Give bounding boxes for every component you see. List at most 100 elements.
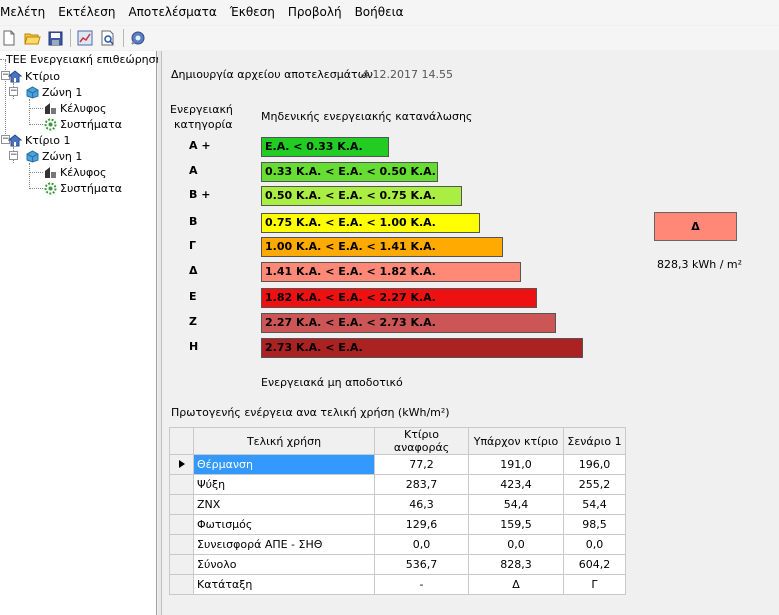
- row-header[interactable]: [169, 514, 194, 535]
- value-cell[interactable]: Γ: [563, 574, 626, 595]
- value-cell[interactable]: 46,3: [374, 494, 469, 515]
- table-row[interactable]: Συνεισφορά ΑΠΕ - ΣΗΘ 0,0 0,0 0,0: [169, 534, 626, 555]
- table-header-row: Τελική χρήση Κτίριο αναφοράς Υπάρχον κτί…: [169, 427, 626, 455]
- primary-energy-table: Τελική χρήση Κτίριο αναφοράς Υπάρχον κτί…: [169, 427, 626, 595]
- row-header[interactable]: [169, 474, 194, 495]
- save-icon[interactable]: [46, 29, 64, 47]
- table-row[interactable]: Θέρμανση 77,2 191,0 196,0: [169, 454, 626, 475]
- tree-systems-label: Συστήματα: [60, 181, 123, 195]
- open-icon[interactable]: [23, 29, 41, 47]
- row-header[interactable]: [169, 494, 194, 515]
- menu-help[interactable]: Βοήθεια: [349, 0, 411, 25]
- category-letter: Γ: [189, 239, 197, 252]
- value-cell[interactable]: 536,7: [374, 554, 469, 575]
- value-cell[interactable]: 423,4: [468, 474, 564, 495]
- gear-icon: [43, 181, 57, 195]
- end-use-cell[interactable]: Φωτισμός: [193, 514, 375, 535]
- value-cell[interactable]: Δ: [468, 574, 564, 595]
- collapse-button[interactable]: −: [9, 87, 18, 96]
- row-header[interactable]: [169, 534, 194, 555]
- tree-zone-label: Ζώνη 1: [42, 149, 83, 163]
- table-row[interactable]: ZNX 46,3 54,4 54,4: [169, 494, 626, 515]
- value-cell[interactable]: 604,2: [563, 554, 626, 575]
- tree-building-2[interactable]: Κτίριο 1: [8, 132, 71, 148]
- category-letter: Δ: [189, 264, 198, 277]
- category-header: κατηγορία: [174, 118, 233, 131]
- toolbar-separator: [70, 29, 71, 47]
- value-cell[interactable]: -: [374, 574, 469, 595]
- tree-root[interactable]: ΤΕΕ Ενεργειακή επιθεώρηση: [6, 51, 163, 67]
- value-cell[interactable]: 77,2: [374, 454, 469, 475]
- collapse-button[interactable]: −: [9, 151, 18, 160]
- value-cell[interactable]: 0,0: [563, 534, 626, 555]
- panel-splitter[interactable]: [158, 51, 162, 615]
- end-use-cell[interactable]: Ψύξη: [193, 474, 375, 495]
- cube-icon: [25, 149, 39, 163]
- result-value: 828,3 kWh / m²: [657, 258, 743, 271]
- menu-run[interactable]: Εκτέλεση: [52, 0, 122, 25]
- table-row[interactable]: Σύνολο 536,7 828,3 604,2: [169, 554, 626, 575]
- category-header: Ενεργειακή: [170, 103, 233, 116]
- column-header[interactable]: Σενάριο 1: [563, 427, 626, 455]
- result-category-badge: Δ: [654, 212, 737, 241]
- tree-systems-2[interactable]: Συστήματα: [43, 180, 122, 196]
- end-use-cell[interactable]: Θέρμανση: [193, 454, 375, 475]
- tree-guide-line: [29, 124, 43, 125]
- table-row[interactable]: Ψύξη 283,7 423,4 255,2: [169, 474, 626, 495]
- category-letter: Α +: [189, 139, 211, 152]
- row-header[interactable]: [169, 554, 194, 575]
- nzeb-header: Μηδενικής ενεργειακής κατανάλωσης: [261, 110, 473, 123]
- value-cell[interactable]: 283,7: [374, 474, 469, 495]
- end-use-cell[interactable]: Κατάταξη: [193, 574, 375, 595]
- column-header[interactable]: Κτίριο αναφοράς: [374, 427, 469, 455]
- value-cell[interactable]: 129,6: [374, 514, 469, 535]
- value-cell[interactable]: 828,3: [468, 554, 564, 575]
- end-use-cell[interactable]: Συνεισφορά ΑΠΕ - ΣΗΘ: [193, 534, 375, 555]
- table-row[interactable]: Κατάταξη - Δ Γ: [169, 574, 626, 595]
- menu-view[interactable]: Προβολή: [282, 0, 349, 25]
- tree-building-1[interactable]: Κτίριο: [8, 68, 60, 84]
- value-cell[interactable]: 255,2: [563, 474, 626, 495]
- category-bar: 1.82 Κ.Α. < Ε.Α. < 2.27 Κ.Α.: [261, 288, 537, 308]
- category-bar: Ε.Α. < 0.33 Κ.Α.: [261, 137, 389, 157]
- house-icon: [8, 133, 22, 147]
- category-letter: Ζ: [189, 315, 197, 328]
- menu-results[interactable]: Αποτελέσματα: [122, 0, 223, 25]
- preview-icon[interactable]: [99, 29, 117, 47]
- category-letter: Β +: [189, 188, 211, 201]
- category-bar: 2.73 Κ.Α. < Ε.Α.: [261, 338, 583, 358]
- column-header[interactable]: Υπάρχον κτίριο: [468, 427, 564, 455]
- tree-guide-line: [29, 188, 43, 189]
- menu-report[interactable]: Έκθεση: [224, 0, 282, 25]
- menu-study[interactable]: Μελέτη: [0, 0, 52, 25]
- value-cell[interactable]: 54,4: [563, 494, 626, 515]
- row-header[interactable]: [169, 454, 194, 475]
- tree-shell-1[interactable]: Κέλυφος: [43, 100, 106, 116]
- row-header[interactable]: [169, 574, 194, 595]
- table-row[interactable]: Φωτισμός 129,6 159,5 98,5: [169, 514, 626, 535]
- gear-icon: [43, 117, 57, 131]
- value-cell[interactable]: 191,0: [468, 454, 564, 475]
- value-cell[interactable]: 159,5: [468, 514, 564, 535]
- row-header-corner: [169, 427, 194, 455]
- value-cell[interactable]: 0,0: [374, 534, 469, 555]
- value-cell[interactable]: 54,4: [468, 494, 564, 515]
- end-use-cell[interactable]: Σύνολο: [193, 554, 375, 575]
- value-cell[interactable]: 196,0: [563, 454, 626, 475]
- settings-icon[interactable]: [129, 29, 147, 47]
- tree-zone-2[interactable]: Ζώνη 1: [25, 148, 82, 164]
- category-letter: Ε: [189, 290, 197, 303]
- column-header[interactable]: Τελική χρήση: [193, 427, 375, 455]
- tree-zone-1[interactable]: Ζώνη 1: [25, 84, 82, 100]
- created-date: 4.12.2017 14.55: [362, 68, 453, 81]
- tree-building-label: Κτίριο: [25, 69, 60, 83]
- new-icon[interactable]: [0, 29, 18, 47]
- end-use-cell[interactable]: ZNX: [193, 494, 375, 515]
- value-cell[interactable]: 0,0: [468, 534, 564, 555]
- tree-systems-1[interactable]: Συστήματα: [43, 116, 122, 132]
- tree-shell-2[interactable]: Κέλυφος: [43, 164, 106, 180]
- cube-icon: [25, 85, 39, 99]
- value-cell[interactable]: 98,5: [563, 514, 626, 535]
- tree-guide-line: [29, 108, 43, 109]
- chart-icon[interactable]: [76, 29, 94, 47]
